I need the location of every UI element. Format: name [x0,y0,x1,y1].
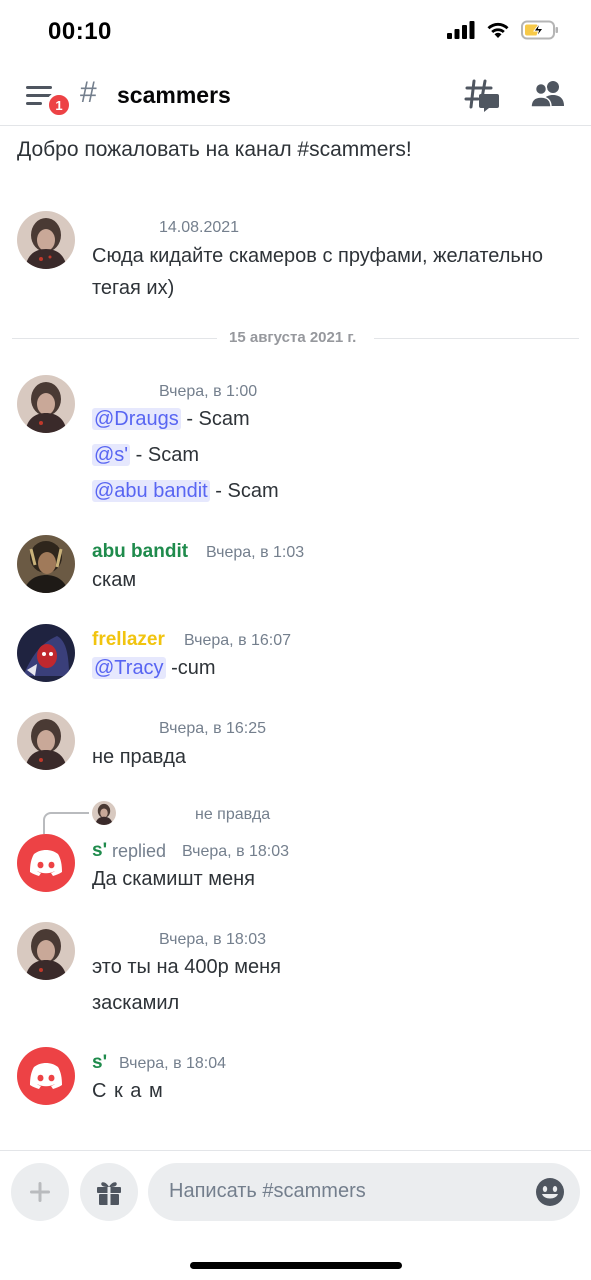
cellular-signal-icon [447,21,475,39]
message-timestamp: 14.08.2021 [159,219,240,236]
members-icon [530,81,564,108]
discord-logo-icon [30,850,62,876]
add-attachment-button[interactable] [11,1163,69,1221]
user-avatar[interactable] [17,1047,75,1105]
emoji-smile-icon [536,1178,564,1206]
message-author[interactable]: frellazer [92,629,165,651]
user-mention[interactable]: @Draugs [92,408,181,430]
message-timestamp: Вчера, в 16:07 [184,632,292,649]
message-author[interactable]: s' [92,1052,107,1074]
user-photo-icon [92,801,116,825]
message-text: - Scam [209,480,279,502]
gift-button[interactable] [80,1163,138,1221]
threads-icon [464,79,499,112]
channel-title: scammers [117,82,231,108]
message-text: заскамил [92,992,180,1014]
divider-line-left [12,338,217,339]
message-timestamp: Вчера, в 16:25 [159,720,267,737]
status-icons [447,20,559,40]
message-text: -cum [165,657,216,679]
message-text: это ты на 400р меня [92,956,281,978]
user-photo-icon [17,375,75,433]
reply-preview[interactable]: не правда [195,806,270,824]
message-timestamp: Вчера, в 1:00 [159,383,258,400]
channel-header: 1 # scammers [0,64,591,126]
user-avatar[interactable] [17,211,75,269]
threads-button[interactable] [464,78,500,112]
battery-charging-icon [521,20,558,40]
message-text: С к а м [92,1080,164,1102]
message-text: скам [92,569,137,591]
user-avatar[interactable] [17,712,75,770]
message-timestamp: Вчера, в 1:03 [206,544,305,561]
status-time: 00:10 [48,18,112,45]
user-avatar[interactable] [17,535,75,593]
message-line: @abu bandit - Scam [92,480,279,503]
menu-button[interactable]: 1 [24,80,72,118]
message-text: Сюда кидайте скамеров с пруфами, желател… [92,245,543,267]
user-avatar[interactable] [17,922,75,980]
user-photo-icon [17,922,75,980]
message-author[interactable]: abu bandit [92,541,188,563]
user-mention[interactable]: @s' [92,444,131,466]
discord-logo-icon [30,1063,62,1089]
message-text: - Scam [180,408,250,430]
message-line: @Tracy -cum [92,657,216,680]
message-line: @s' - Scam [92,444,199,467]
channel-hash-icon: # [80,76,97,109]
notification-badge: 1 [46,92,72,118]
members-button[interactable] [530,80,566,110]
user-mention[interactable]: @Tracy [92,657,166,679]
date-divider: 15 августа 2021 г. [229,329,357,346]
user-photo-icon [17,712,75,770]
user-photo-icon [17,624,75,682]
plus-icon [30,1182,50,1202]
user-avatar[interactable] [17,624,75,682]
message-timestamp: Вчера, в 18:04 [119,1055,227,1072]
reply-connector [43,812,89,834]
user-mention[interactable]: @abu bandit [92,480,210,502]
message-input[interactable]: Написать #scammers [148,1163,580,1221]
channel-welcome-text: Добро пожаловать на канал #scammers! [17,138,412,161]
message-text: тегая их) [92,277,175,299]
divider-line-right [374,338,579,339]
message-text: не правда [92,746,186,768]
message-input-placeholder: Написать #scammers [169,1180,366,1202]
user-photo-icon [17,211,75,269]
message-text: Да скамишт меня [92,868,255,890]
user-avatar[interactable] [17,375,75,433]
message-timestamp: Вчера, в 18:03 [182,843,290,860]
reply-avatar [92,801,116,825]
message-line: @Draugs - Scam [92,408,250,431]
status-bar: 00:10 [0,0,591,64]
message-timestamp: Вчера, в 18:03 [159,931,267,948]
user-photo-icon [17,535,75,593]
message-text: - Scam [130,444,200,466]
message-author[interactable]: s' [92,840,107,862]
emoji-button[interactable] [534,1176,566,1208]
home-indicator [190,1262,402,1269]
gift-icon [97,1182,121,1205]
wifi-icon [487,22,509,38]
replied-label: replied [112,841,167,861]
user-avatar[interactable] [17,834,75,892]
